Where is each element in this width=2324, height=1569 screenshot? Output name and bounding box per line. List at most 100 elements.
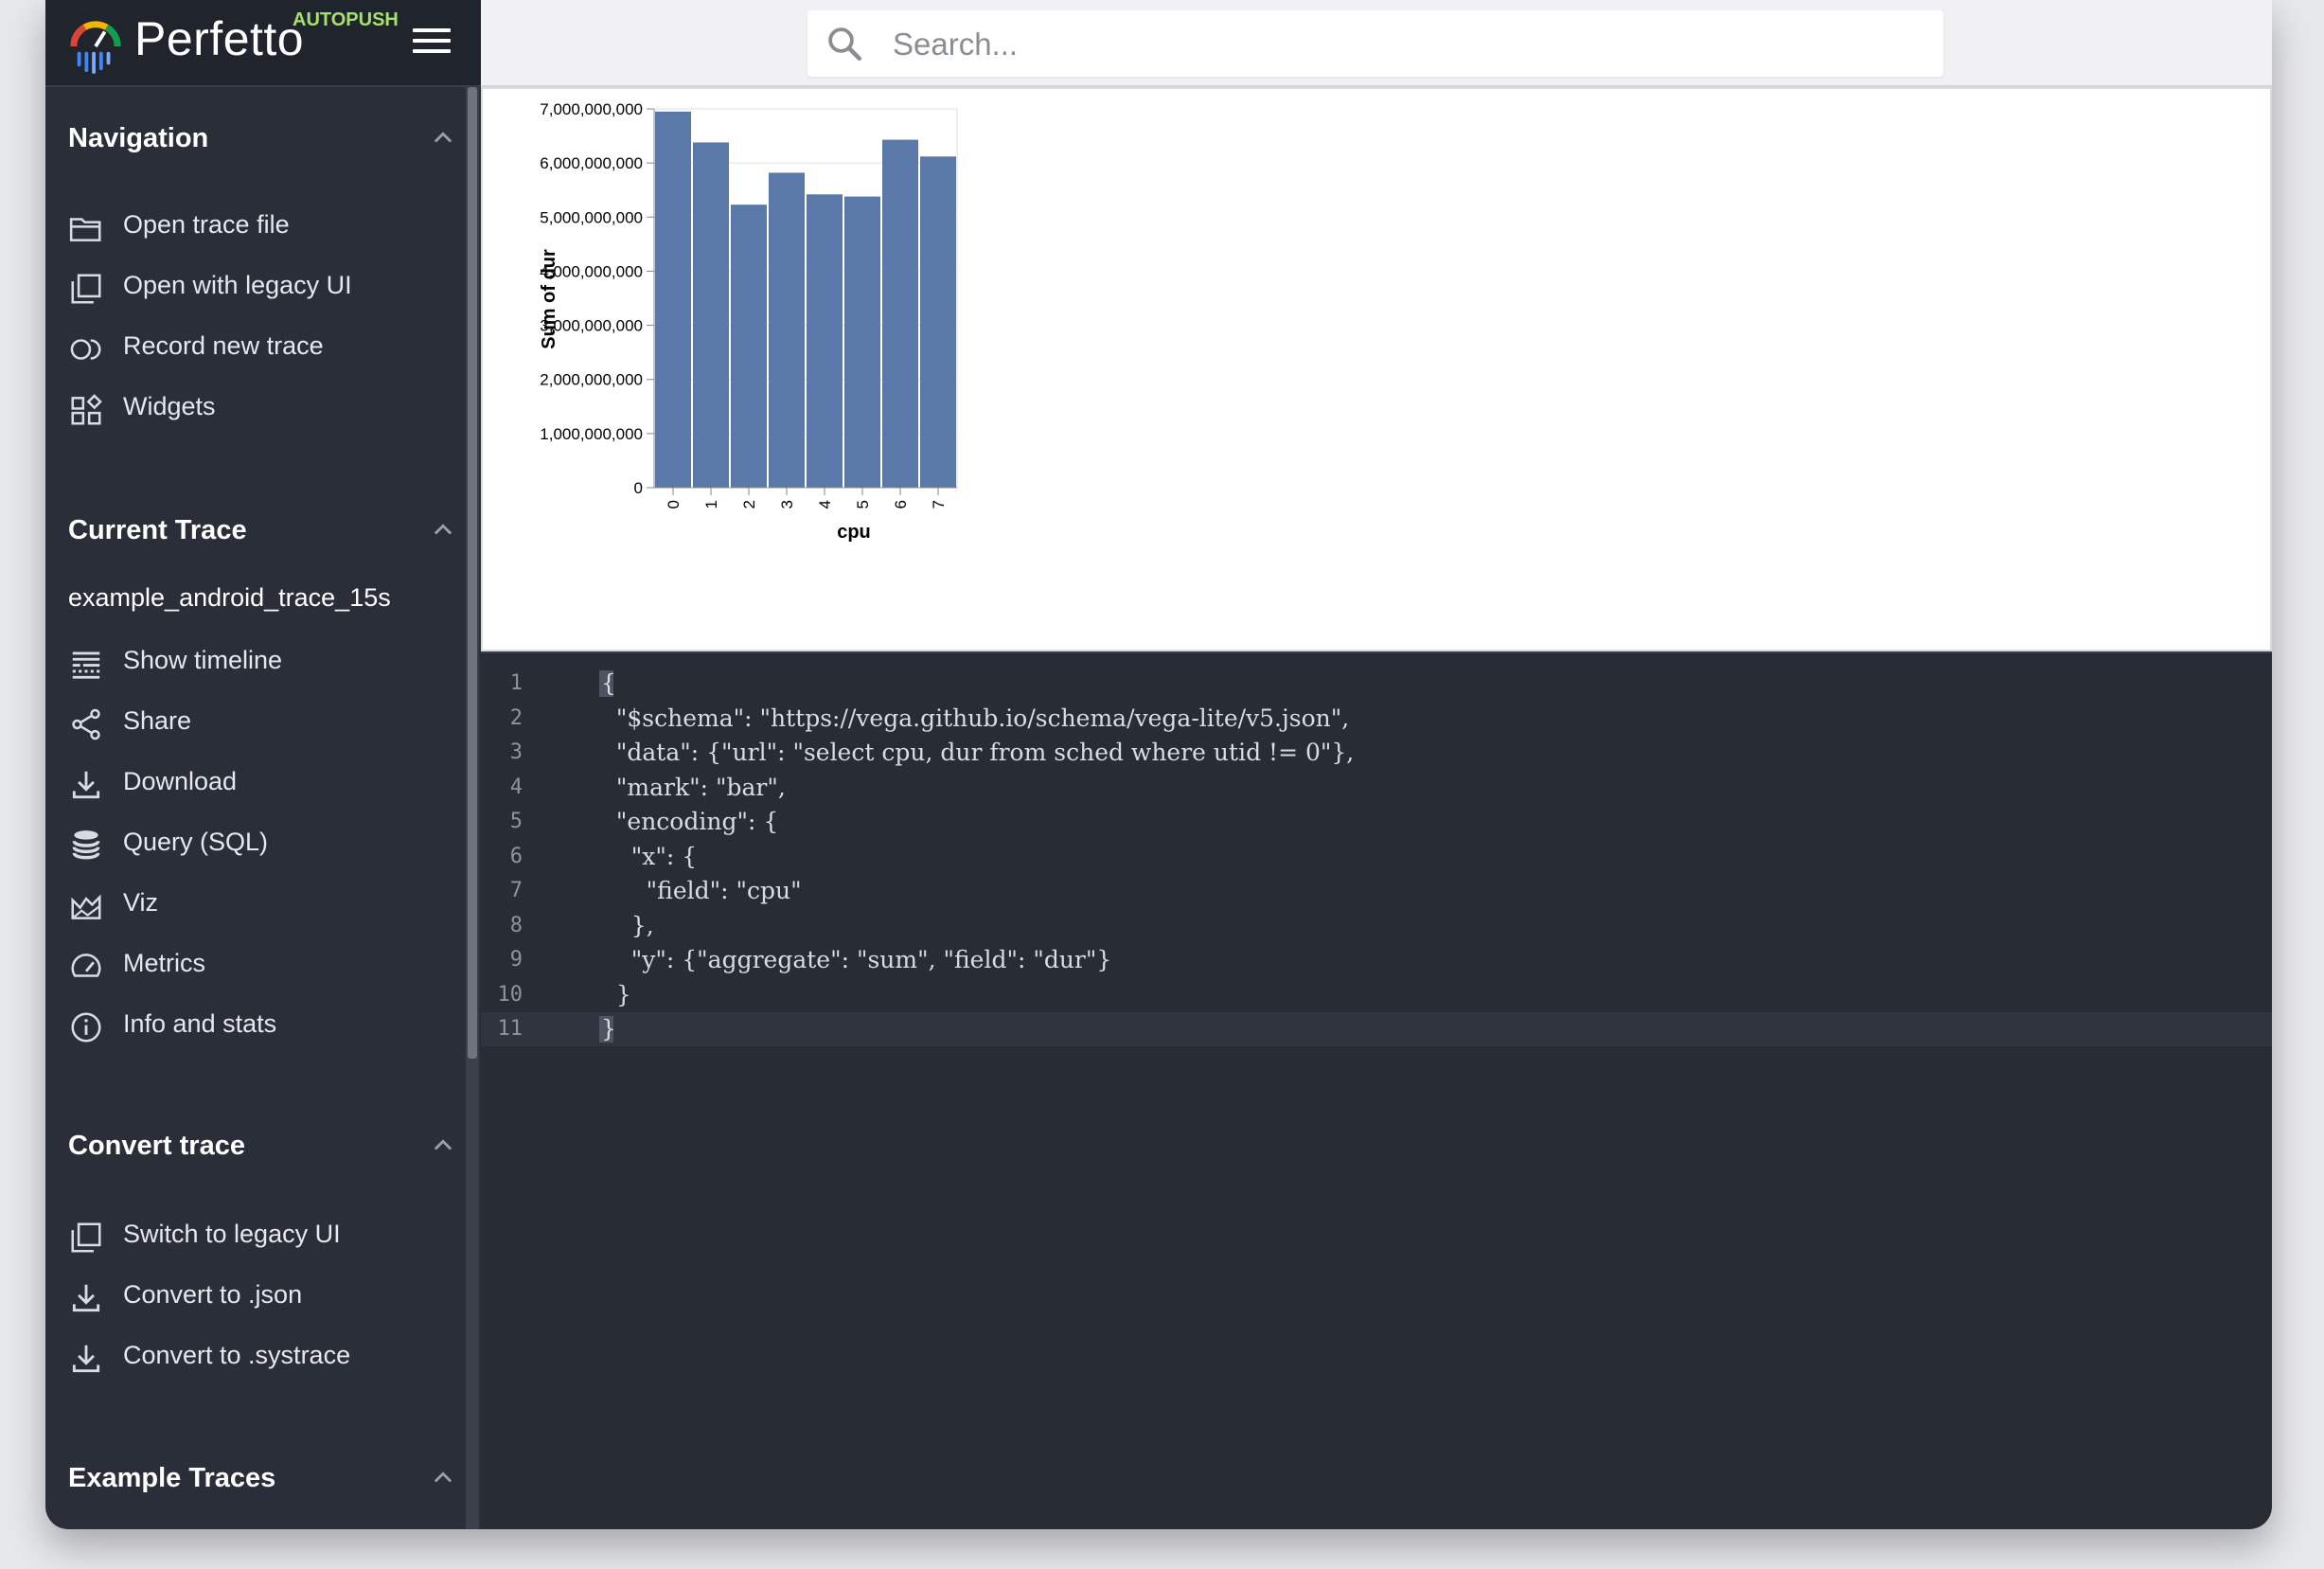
sidebar-item-convert-json[interactable]: Convert to .json [68, 1273, 461, 1322]
x-tick-label: 3 [778, 500, 796, 508]
app-name: Perfetto [134, 12, 305, 65]
sidebar-item-label: Switch to legacy UI [123, 1220, 341, 1248]
bar[interactable] [882, 139, 918, 489]
code-text: "mark": "bar", [601, 773, 786, 801]
section-header-navigation[interactable]: Navigation [68, 112, 466, 169]
sidebar-item-label: Viz [123, 888, 159, 917]
sidebar-item-label: Open with legacy UI [123, 271, 352, 299]
download-icon [72, 1345, 100, 1373]
y-tick-label: 3,000,000,000 [540, 317, 643, 335]
code-line[interactable]: 10 } [481, 978, 2272, 1012]
sidebar-item-metrics[interactable]: Metrics [68, 941, 461, 990]
x-tick-label: 6 [892, 500, 910, 508]
line-number: 8 [509, 913, 523, 937]
code-line[interactable]: 11} [481, 1012, 2272, 1046]
line-number: 6 [509, 844, 523, 868]
y-tick-label: 4,000,000,000 [540, 262, 643, 280]
code-line[interactable]: 4 "mark": "bar", [481, 771, 2272, 805]
area-chart-icon [71, 894, 101, 919]
code-line[interactable]: 1{ [481, 667, 2272, 701]
code-text: "x": { [601, 842, 698, 870]
sidebar: Perfetto AUTOPUSH Navigation Open trace … [45, 0, 481, 1529]
code-line[interactable]: 5 "encoding": { [481, 805, 2272, 839]
channel-badge: AUTOPUSH [293, 9, 399, 30]
sidebar-item-info-and-stats[interactable]: Info and stats [68, 1002, 461, 1051]
chart-panel: Sum of dur cpu 0 1,000,000,000 2,000,000,0… [481, 87, 2272, 651]
bar[interactable] [920, 156, 956, 488]
y-tick-label: 6,000,000,000 [540, 154, 643, 172]
search-input[interactable] [891, 20, 1926, 69]
sidebar-item-label: Record new trace [123, 331, 324, 360]
sidebar-item-convert-systrace[interactable]: Convert to .systrace [68, 1333, 461, 1382]
chevron-up-icon [434, 132, 452, 143]
perfetto-logo-icon [70, 21, 121, 74]
search-box[interactable] [807, 10, 1943, 77]
sidebar-item-open-legacy-ui[interactable]: Open with legacy UI [68, 263, 461, 312]
bar[interactable] [807, 194, 843, 488]
code-text: "encoding": { [601, 808, 779, 835]
download-icon [72, 1284, 100, 1312]
section-header-current-trace[interactable]: Current Trace [68, 504, 466, 561]
sidebar-item-download[interactable]: Download [68, 759, 461, 809]
sidebar-item-label: Convert to .systrace [123, 1341, 351, 1369]
speed-gauge-icon [71, 954, 101, 977]
chevron-up-icon [434, 1471, 452, 1483]
sidebar-item-label: Widgets [123, 392, 216, 420]
code-text: "y": {"aggregate": "sum", "field": "dur"… [601, 946, 1112, 973]
code-text: { [601, 669, 616, 697]
y-tick-label: 7,000,000,000 [540, 100, 643, 118]
sidebar-item-label: Share [123, 706, 192, 735]
sidebar-item-label: Convert to .json [123, 1280, 303, 1309]
section-header-example-traces[interactable]: Example Traces [68, 1452, 466, 1508]
y-tick-label: 1,000,000,000 [540, 425, 643, 443]
x-tick-label: 0 [665, 500, 683, 508]
line-number: 3 [509, 740, 523, 764]
code-line[interactable]: 3 "data": {"url": "select cpu, dur from … [481, 736, 2272, 770]
bar[interactable] [655, 111, 691, 488]
x-tick-label: 4 [816, 500, 834, 508]
section-title: Navigation [68, 123, 209, 153]
sidebar-item-label: Show timeline [123, 646, 283, 674]
section-title: Convert trace [68, 1131, 245, 1161]
current-trace-name: example_android_trace_15s [68, 583, 391, 612]
filter-none-icon [71, 1222, 101, 1253]
sidebar-scrollbar-thumb[interactable] [468, 87, 477, 1059]
sidebar-item-label: Download [123, 767, 238, 795]
sidebar-item-viz[interactable]: Viz [68, 881, 461, 930]
sidebar-item-share[interactable]: Share [68, 699, 461, 748]
code-editor[interactable]: 1{2 "$schema": "https://vega.github.io/s… [481, 651, 2272, 1529]
chevron-up-icon [434, 524, 452, 535]
code-line[interactable]: 8 }, [481, 909, 2272, 943]
line-number: 4 [509, 775, 523, 799]
sidebar-item-show-timeline[interactable]: Show timeline [68, 638, 461, 687]
hamburger-menu-icon[interactable] [413, 28, 451, 59]
line-number: 5 [509, 810, 523, 833]
section-header-convert-trace[interactable]: Convert trace [68, 1119, 466, 1176]
code-text: "data": {"url": "select cpu, dur from sc… [601, 739, 1355, 766]
code-line[interactable]: 9 "y": {"aggregate": "sum", "field": "du… [481, 943, 2272, 977]
sidebar-item-record-new-trace[interactable]: Record new trace [68, 324, 461, 373]
section-title: Example Traces [68, 1463, 276, 1493]
code-text: } [601, 980, 631, 1008]
code-text: }, [601, 911, 654, 939]
bar[interactable] [769, 172, 805, 488]
sidebar-item-label: Query (SQL) [123, 828, 269, 856]
x-tick-label: 1 [702, 500, 720, 508]
sidebar-item-query-sql[interactable]: Query (SQL) [68, 820, 461, 869]
timeline-icon [72, 651, 100, 679]
code-line[interactable]: 6 "x": { [481, 840, 2272, 874]
bar[interactable] [731, 205, 767, 488]
bar[interactable] [693, 142, 729, 488]
sidebar-item-switch-legacy-ui[interactable]: Switch to legacy UI [68, 1212, 461, 1261]
search-icon [828, 27, 862, 62]
sidebar-item-widgets[interactable]: Widgets [68, 384, 461, 434]
code-line[interactable]: 7 "field": "cpu" [481, 874, 2272, 908]
folder-open-icon [69, 218, 101, 241]
bar[interactable] [844, 196, 880, 489]
sidebar-item-open-trace-file[interactable]: Open trace file [68, 203, 461, 252]
code-line[interactable]: 2 "$schema": "https://vega.github.io/sch… [481, 702, 2272, 736]
download-icon [72, 771, 100, 799]
code-text: } [601, 1015, 616, 1043]
line-number: 10 [497, 982, 523, 1007]
filter-none-icon [71, 274, 101, 304]
